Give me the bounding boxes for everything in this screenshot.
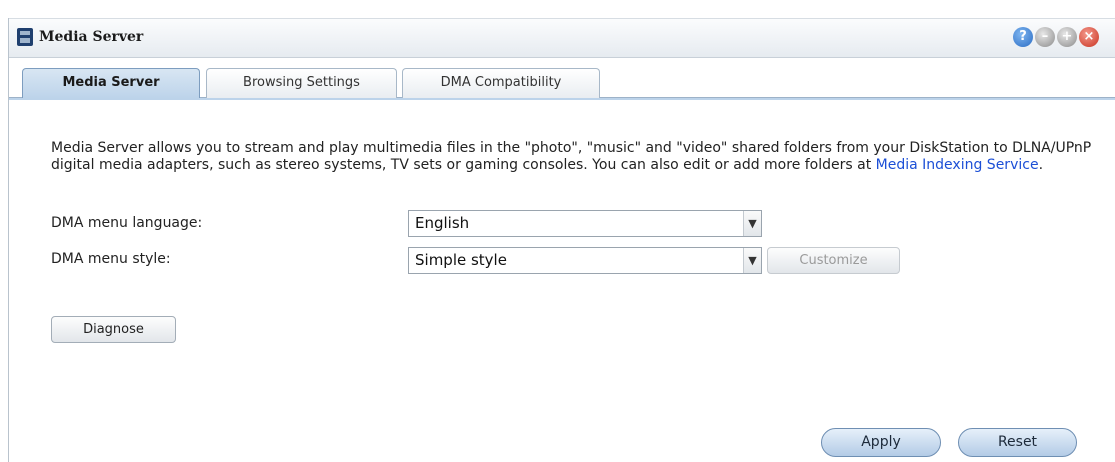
customize-button[interactable]: Customize [767,247,900,274]
tab-content: Media Server allows you to stream and pl… [9,98,1115,462]
dma-menu-style-label: DMA menu style: [51,251,171,267]
description-suffix: . [1038,157,1044,173]
chevron-down-icon[interactable]: ▼ [743,248,761,273]
media-server-window: Media Server ? – + × Media Server Browsi… [8,18,1115,462]
chevron-down-icon[interactable]: ▼ [743,211,761,236]
help-icon[interactable]: ? [1013,27,1033,47]
reset-button[interactable]: Reset [958,428,1077,457]
tab-media-server[interactable]: Media Server [22,68,200,99]
minimize-icon[interactable]: – [1035,27,1055,47]
apply-button[interactable]: Apply [821,428,941,457]
tab-browsing-settings[interactable]: Browsing Settings [206,68,397,98]
diagnose-button[interactable]: Diagnose [51,316,176,343]
media-server-icon [17,28,33,46]
tab-strip: Media Server Browsing Settings DMA Compa… [9,66,1115,99]
dma-menu-style-select[interactable]: Simple style ▼ [408,247,762,274]
dma-menu-style-value: Simple style [415,251,507,269]
title-bar: Media Server ? – + × [9,18,1115,58]
window-title: Media Server [39,29,144,45]
dma-menu-language-value: English [415,214,470,232]
dma-menu-language-label: DMA menu language: [51,215,203,231]
close-icon[interactable]: × [1079,27,1099,47]
description: Media Server allows you to stream and pl… [51,140,1101,174]
media-indexing-service-link[interactable]: Media Indexing Service [876,157,1039,173]
maximize-icon[interactable]: + [1057,27,1077,47]
dma-menu-language-select[interactable]: English ▼ [408,210,762,237]
tab-dma-compatibility[interactable]: DMA Compatibility [402,68,600,98]
